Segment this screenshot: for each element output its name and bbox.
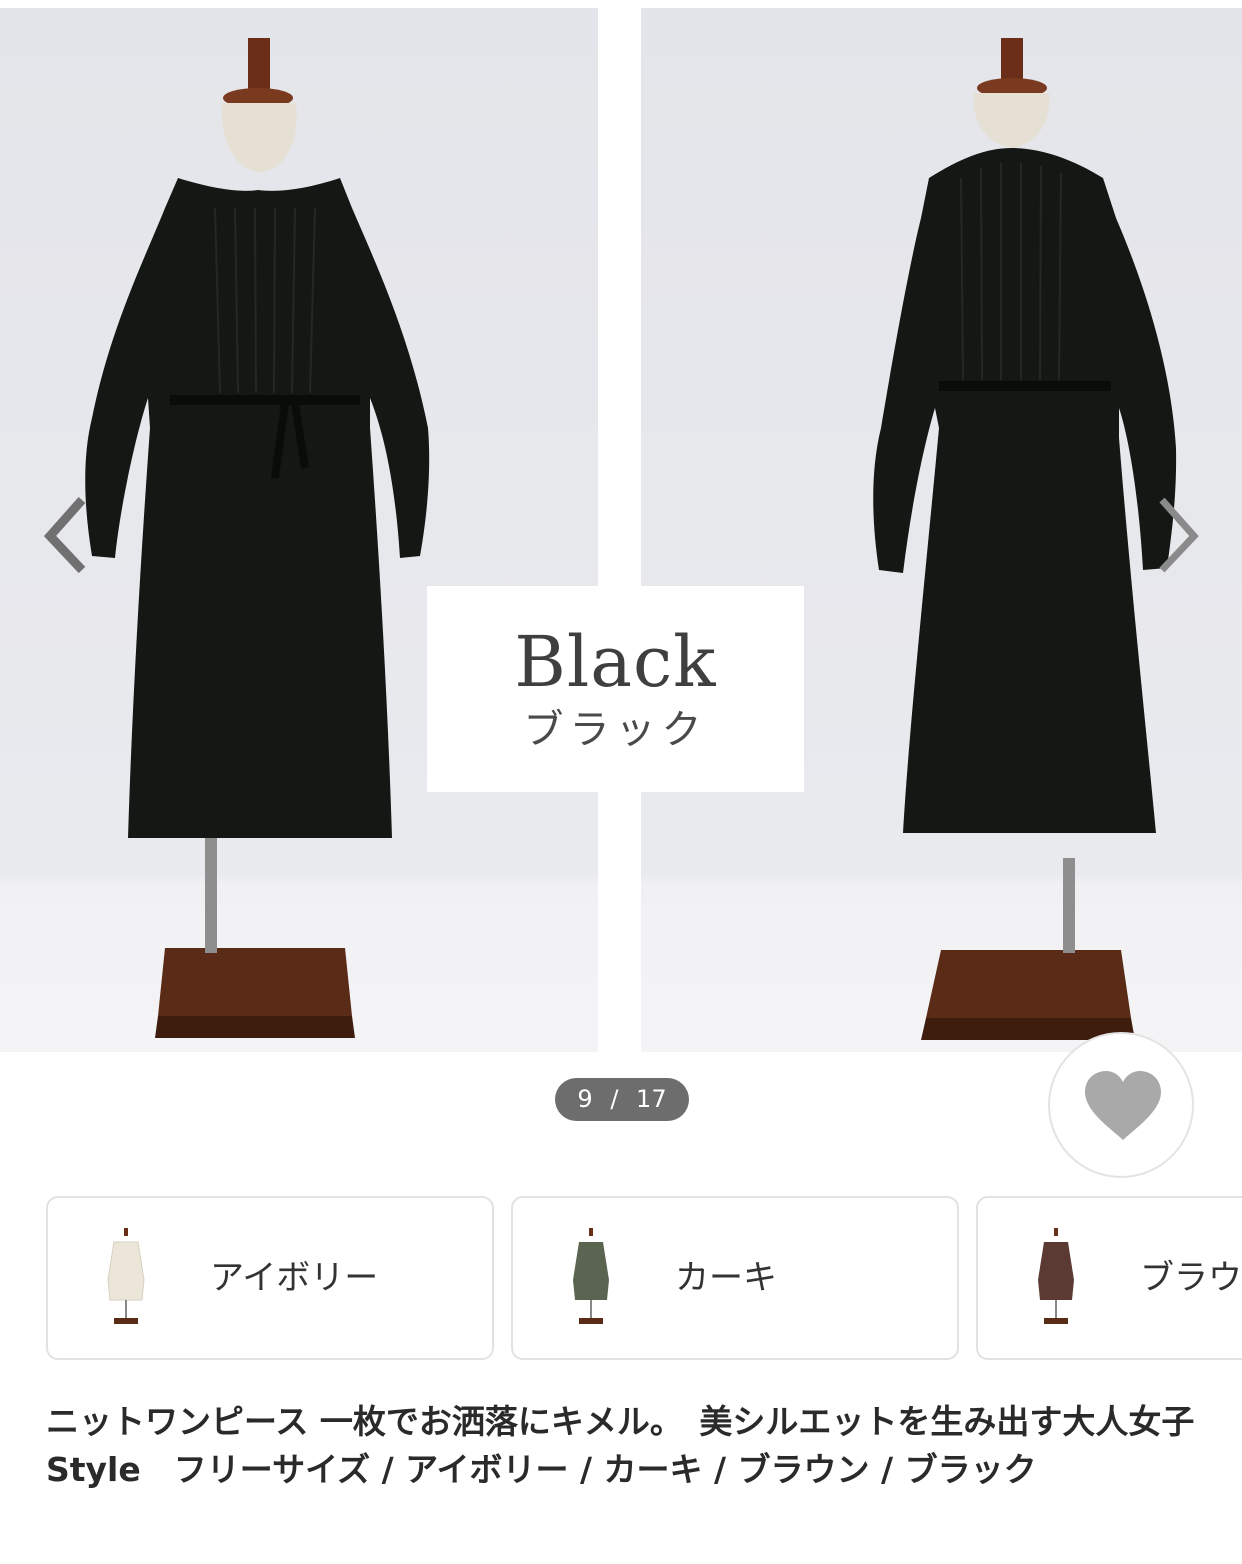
favorite-button[interactable] bbox=[1048, 1032, 1194, 1178]
variant-label-ivory: アイボリー bbox=[210, 1258, 379, 1298]
image-counter-current: 9 bbox=[577, 1085, 593, 1113]
variant-thumbnail-brown bbox=[1038, 1228, 1074, 1324]
variant-brown[interactable]: ブラウン bbox=[976, 1196, 1242, 1360]
variant-ivory[interactable]: アイボリー bbox=[46, 1196, 494, 1360]
variant-khaki[interactable]: カーキ bbox=[511, 1196, 959, 1360]
variant-label-khaki: カーキ bbox=[675, 1258, 777, 1298]
image-counter-total: 17 bbox=[636, 1085, 667, 1113]
color-name-japanese: ブラック bbox=[523, 707, 708, 753]
next-image-arrow-icon[interactable] bbox=[1148, 490, 1208, 580]
image-counter-separator: / bbox=[610, 1085, 619, 1113]
color-variant-list: アイボリー カーキ ブラウン bbox=[0, 1196, 1242, 1362]
variant-thumbnail-khaki bbox=[573, 1228, 609, 1324]
variant-label-brown: ブラウン bbox=[1140, 1258, 1242, 1298]
color-name-card: Black ブラック bbox=[427, 586, 804, 792]
product-image-gallery[interactable]: Black ブラック bbox=[0, 0, 1242, 1052]
heart-icon bbox=[1085, 1071, 1161, 1140]
previous-image-arrow-icon[interactable] bbox=[36, 490, 96, 580]
image-counter-badge: 9 / 17 bbox=[555, 1078, 689, 1121]
variant-thumbnail-ivory bbox=[107, 1228, 145, 1324]
product-title: ニットワンピース 一枚でお洒落にキメル。 美シルエットを生み出す大人女子Styl… bbox=[46, 1402, 1195, 1489]
color-name-english: Black bbox=[514, 621, 717, 703]
